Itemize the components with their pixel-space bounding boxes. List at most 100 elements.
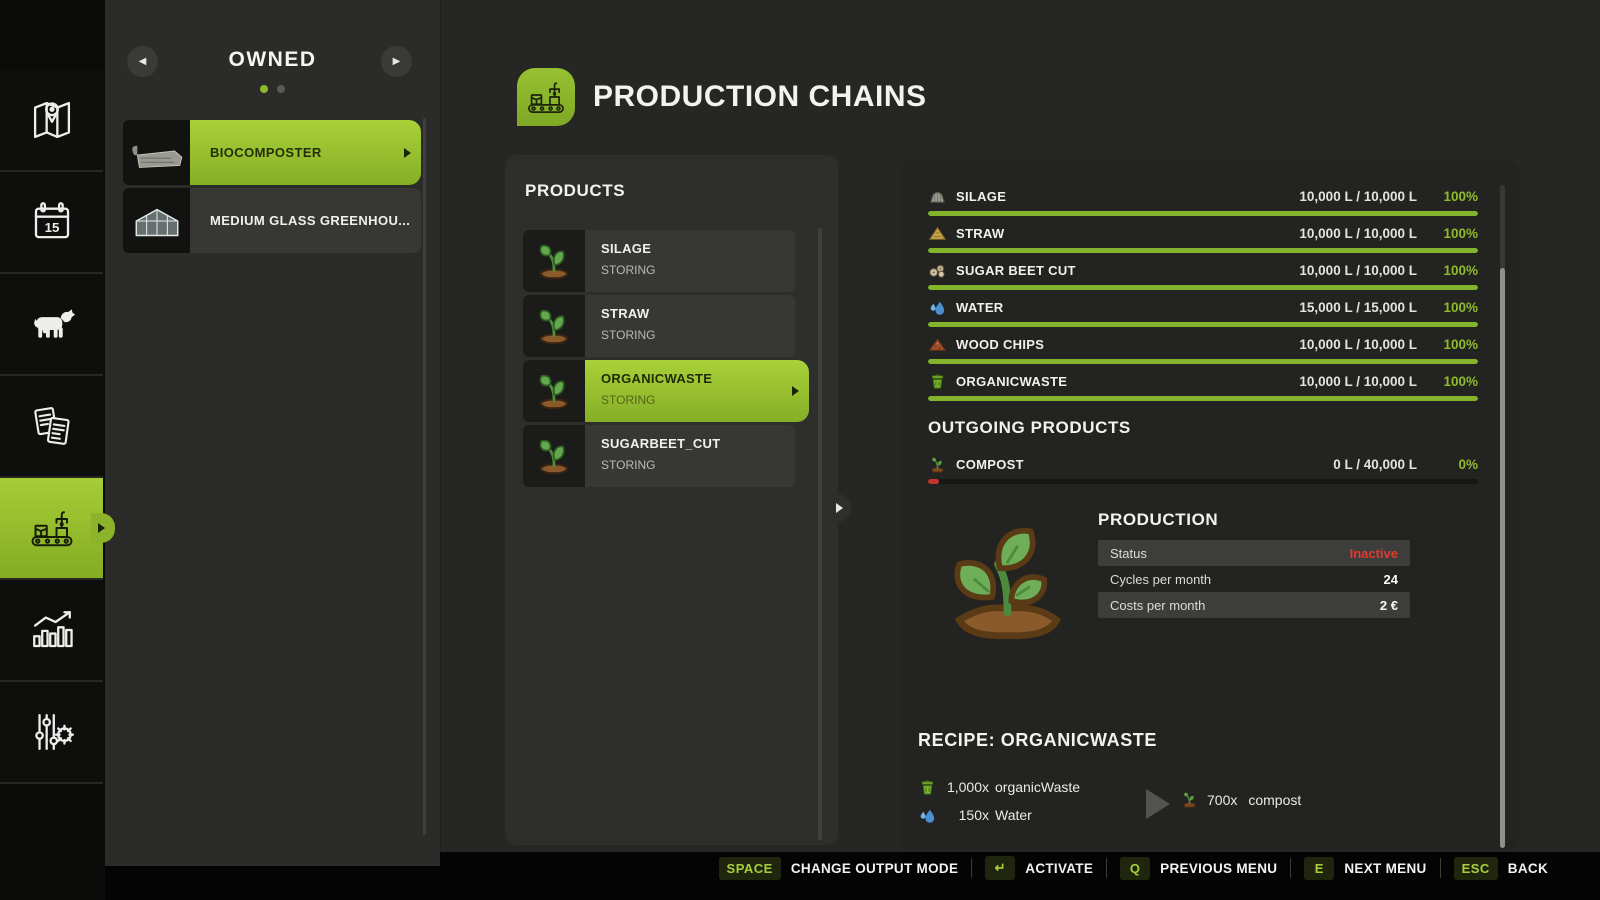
page-indicator[interactable] (105, 85, 440, 93)
storage-percent: 100% (1426, 263, 1478, 278)
divider (1106, 858, 1107, 878)
production-icon (28, 504, 76, 552)
owned-item-label: BIOCOMPOSTER (210, 145, 322, 160)
storage-name: STRAW (956, 226, 1290, 241)
compost-icon (1180, 790, 1199, 809)
storage-row: SILAGE 10,000 L / 10,000 L 100% (928, 184, 1478, 221)
sidebar-item-animals[interactable] (0, 274, 103, 376)
row-value: 2 € (1380, 598, 1398, 613)
seedling-icon (523, 425, 585, 487)
product-item-sugarbeet-cut[interactable]: SUGARBEET_CUT STORING (523, 425, 795, 487)
product-item-organicwaste[interactable]: ORGANICWASTE STORING (523, 360, 809, 422)
row-label: Costs per month (1110, 598, 1205, 613)
next-page-button[interactable]: ▶ (381, 46, 412, 77)
greenhouse-thumbnail (123, 188, 190, 253)
divider (1440, 858, 1441, 878)
owned-item-greenhouse[interactable]: MEDIUM GLASS GREENHOU... (123, 188, 421, 253)
storage-percent: 100% (1426, 189, 1478, 204)
space-key-badge: SPACE (719, 857, 781, 880)
hotkey-next-menu[interactable]: E NEXT MENU (1304, 857, 1426, 880)
product-status: STORING (601, 393, 809, 407)
hotkey-activate[interactable]: ↵ ACTIVATE (985, 856, 1093, 880)
compost-icon (928, 455, 947, 474)
sidebar-item-contracts[interactable] (0, 376, 103, 478)
storage-amount: 10,000 L / 10,000 L (1299, 374, 1417, 389)
product-item-straw[interactable]: STRAW STORING (523, 295, 795, 357)
recipe-ingredient: organicWaste (995, 779, 1080, 795)
water-icon (918, 806, 937, 825)
product-status: STORING (601, 458, 795, 472)
main-menu-sidebar (0, 0, 105, 900)
storage-bar (928, 396, 1478, 401)
product-status: STORING (601, 328, 795, 342)
plant-illustration (940, 514, 1075, 649)
page-header: PRODUCTION CHAINS (517, 68, 927, 126)
storage-percent: 100% (1426, 300, 1478, 315)
row-value: 24 (1384, 572, 1398, 587)
seedling-icon (523, 230, 585, 292)
product-item-silage[interactable]: SILAGE STORING (523, 230, 795, 292)
detail-scrollbar-thumb[interactable] (1500, 268, 1505, 848)
page-dot-active (260, 85, 268, 93)
hotkey-previous-menu[interactable]: Q PREVIOUS MENU (1120, 857, 1277, 880)
row-label: Cycles per month (1110, 572, 1211, 587)
production-title: PRODUCTION (1098, 510, 1218, 530)
storage-percent: 100% (1426, 226, 1478, 241)
storage-row: STRAW 10,000 L / 10,000 L 100% (928, 221, 1478, 258)
production-chains-icon (517, 68, 575, 126)
outgoing-products-title: OUTGOING PRODUCTS (928, 418, 1478, 438)
e-key-badge: E (1304, 857, 1334, 880)
sidebar-item-map[interactable] (0, 70, 103, 172)
product-name: ORGANICWASTE (601, 371, 809, 386)
biocomposter-thumbnail (123, 120, 190, 185)
recipe-ingredient: Water (995, 807, 1032, 823)
table-row: Status Inactive (1098, 540, 1410, 566)
q-key-badge: Q (1120, 857, 1150, 880)
outgoing-row: COMPOST 0 L / 40,000 L 0% (928, 452, 1478, 489)
enter-key-icon: ↵ (985, 856, 1015, 880)
seedling-icon (523, 360, 585, 422)
table-row: Cycles per month 24 (1098, 566, 1410, 592)
product-name: SUGARBEET_CUT (601, 436, 795, 451)
storage-name: SILAGE (956, 189, 1290, 204)
recipe-section: RECIPE: ORGANICWASTE 1,000x organicWaste… (918, 730, 1478, 833)
owned-item-biocomposter[interactable]: BIOCOMPOSTER (123, 120, 421, 185)
recipe-qty: 700x (1207, 792, 1237, 808)
storage-bar (928, 285, 1478, 290)
sidebar-item-production[interactable] (0, 478, 103, 580)
storage-bar (928, 322, 1478, 327)
status-badge: Inactive (1350, 546, 1398, 561)
storage-name: ORGANICWASTE (956, 374, 1290, 389)
wood-chips-icon (928, 335, 947, 354)
owned-scrollbar[interactable] (423, 118, 426, 835)
settings-icon (28, 708, 76, 756)
owned-panel: ◀ OWNED ▶ BIOCOMPOSTER MEDIUM GLASS GREE… (105, 0, 440, 866)
selected-arrow-icon (792, 386, 799, 396)
product-name: SILAGE (601, 241, 795, 256)
organicwaste-icon (928, 372, 947, 391)
sidebar-item-calendar[interactable] (0, 172, 103, 274)
divider (1290, 858, 1291, 878)
products-scrollbar[interactable] (818, 228, 822, 840)
hotkey-back[interactable]: ESC BACK (1454, 857, 1548, 880)
storage-bar (928, 359, 1478, 364)
hotkey-change-output-mode[interactable]: SPACE CHANGE OUTPUT MODE (719, 857, 959, 880)
calendar-icon (28, 198, 76, 246)
detail-scrollbar-track (1500, 185, 1505, 848)
map-icon (28, 96, 76, 144)
organicwaste-icon (918, 778, 937, 797)
detail-panel: SILAGE 10,000 L / 10,000 L 100% STRAW 10… (900, 160, 1520, 850)
seedling-icon (523, 295, 585, 357)
panel-divider (440, 0, 441, 852)
page-dot (277, 85, 285, 93)
storage-amount: 10,000 L / 10,000 L (1299, 337, 1417, 352)
production-table: Status Inactive Cycles per month 24 Cost… (1098, 540, 1410, 618)
table-row: Costs per month 2 € (1098, 592, 1410, 618)
sidebar-item-statistics[interactable] (0, 580, 103, 682)
outgoing-bar (928, 479, 1478, 484)
panel-expander-button[interactable] (825, 494, 851, 522)
recipe-title: RECIPE: ORGANICWASTE (918, 730, 1478, 751)
sidebar-item-settings[interactable] (0, 682, 103, 784)
storage-bar (928, 248, 1478, 253)
outgoing-amount: 0 L / 40,000 L (1333, 457, 1417, 472)
